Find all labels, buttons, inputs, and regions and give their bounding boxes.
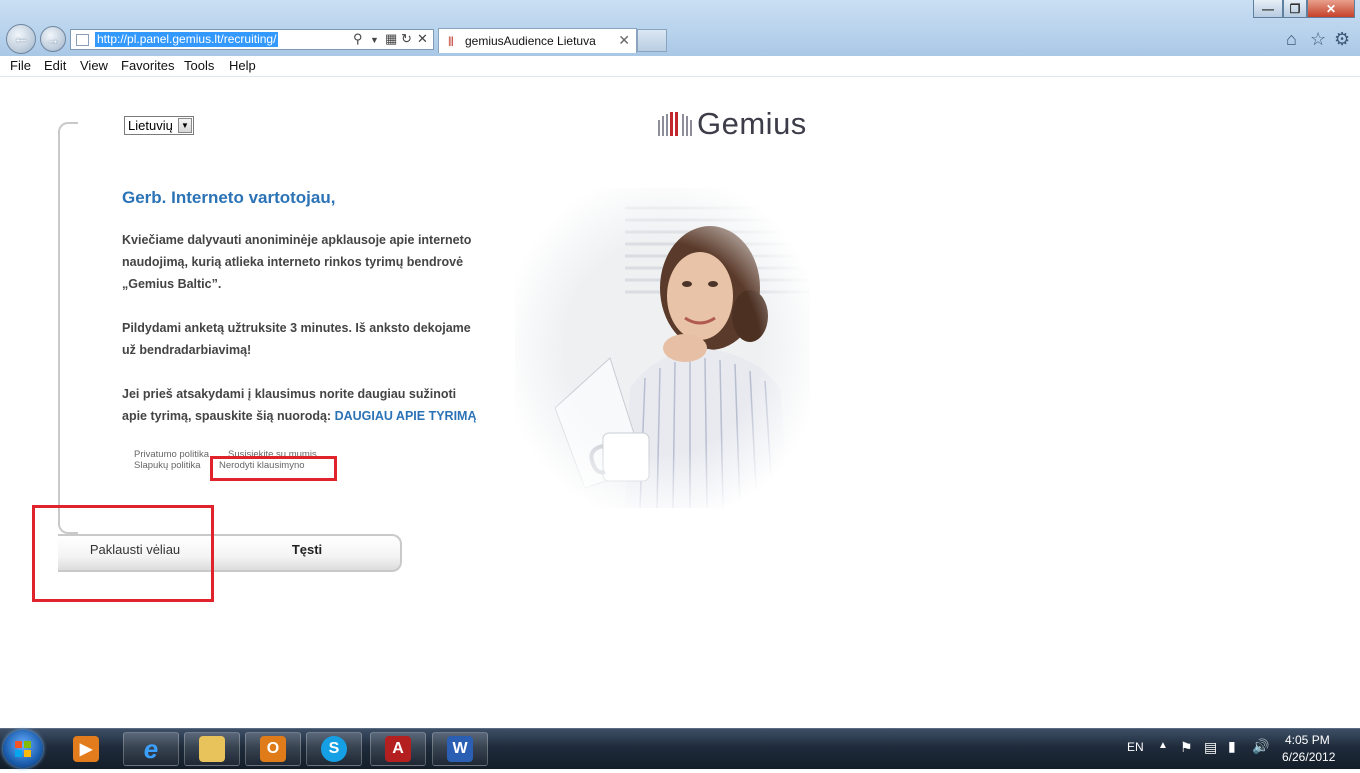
word-icon: W — [447, 736, 473, 762]
cookie-policy-link[interactable]: Slapukų politika — [134, 460, 201, 471]
refresh-icon[interactable]: ↻ — [401, 31, 412, 47]
browser-chrome: ← → http://pl.panel.gemius.lt/recruiting… — [0, 0, 1360, 56]
minimize-button[interactable]: — — [1253, 0, 1283, 18]
menu-tools[interactable]: Tools — [184, 58, 214, 73]
page-title: Gerb. Interneto vartotojau, — [122, 188, 336, 207]
clock-date[interactable]: 6/26/2012 — [1282, 750, 1335, 764]
page-icon — [76, 34, 89, 46]
woman-photo — [515, 188, 810, 508]
address-bar[interactable]: http://pl.panel.gemius.lt/recruiting/ ⚲ … — [70, 29, 434, 50]
settings-gear-icon[interactable]: ⚙ — [1334, 29, 1350, 50]
taskbar-internet-explorer[interactable]: e — [123, 732, 179, 766]
logo-text: Gemius — [697, 106, 807, 141]
chevron-down-icon[interactable]: ▼ — [178, 118, 192, 133]
clock-time[interactable]: 4:05 PM — [1285, 733, 1330, 747]
folder-icon — [199, 736, 225, 762]
compatibility-view-icon[interactable]: ▦ — [385, 31, 397, 47]
duration-paragraph: Pildydami anketą užtruksite 3 minutes. I… — [122, 321, 471, 357]
menu-view[interactable]: View — [80, 58, 108, 73]
media-player-icon: ▶ — [73, 736, 99, 762]
start-button[interactable] — [3, 730, 43, 768]
panel-frame — [58, 122, 78, 534]
favorites-star-icon[interactable]: ☆ — [1310, 29, 1326, 50]
device-icon[interactable]: ▤ — [1204, 739, 1217, 756]
taskbar-media-player[interactable]: ▶ — [58, 732, 114, 766]
volume-icon[interactable]: 🔊 — [1252, 738, 1269, 755]
taskbar-word[interactable]: W — [432, 732, 488, 766]
dropdown-arrow-icon[interactable]: ▼ — [370, 35, 379, 45]
internet-explorer-icon: e — [143, 733, 159, 764]
home-icon[interactable]: ⌂ — [1286, 29, 1297, 50]
more-info-paragraph: Jei prieš atsakydami į klausimus norite … — [122, 383, 482, 427]
tab-title: gemiusAudience Lietuva — [465, 34, 596, 48]
menu-help[interactable]: Help — [229, 58, 256, 73]
language-select[interactable]: Lietuvių ▼ — [124, 116, 194, 135]
menu-bar: File Edit View Favorites Tools Help — [0, 56, 1360, 77]
outlook-icon: O — [260, 736, 286, 762]
intro-paragraph: Kviečiame dalyvauti anoniminėje apklauso… — [122, 233, 472, 291]
taskbar-acrobat[interactable]: A — [370, 732, 426, 766]
close-icon: ✕ — [1325, 1, 1337, 16]
gemius-favicon-icon: ||| — [448, 36, 454, 47]
restore-button[interactable]: ❐ — [1283, 0, 1307, 18]
show-hidden-icons-icon[interactable]: ▲ — [1158, 740, 1168, 751]
menu-edit[interactable]: Edit — [44, 58, 66, 73]
tab-close-icon[interactable]: ✕ — [618, 32, 630, 49]
back-arrow-icon: ← — [13, 30, 29, 47]
minimize-icon: — — [1262, 1, 1274, 16]
language-value: Lietuvių — [128, 118, 173, 133]
tab-gemius[interactable]: ||| gemiusAudience Lietuva ✕ — [438, 28, 637, 53]
annotation-highlight-dont-show — [210, 456, 337, 481]
back-button[interactable]: ← — [6, 24, 36, 54]
gemius-logo-mark-icon — [658, 112, 692, 136]
taskbar-skype[interactable]: S — [306, 732, 362, 766]
search-icon[interactable]: ⚲ — [353, 31, 363, 47]
privacy-policy-link[interactable]: Privatumo politika — [134, 449, 209, 460]
stop-icon[interactable]: ✕ — [417, 31, 428, 47]
restore-icon: ❐ — [1289, 1, 1301, 16]
menu-file[interactable]: File — [10, 58, 31, 73]
skype-icon: S — [321, 736, 347, 762]
acrobat-icon: A — [385, 736, 411, 762]
windows-logo-icon — [15, 741, 31, 757]
network-signal-icon[interactable]: ▮ — [1228, 738, 1236, 755]
new-tab-button[interactable] — [637, 29, 667, 52]
taskbar-explorer[interactable] — [184, 732, 240, 766]
forward-arrow-icon: → — [46, 31, 60, 47]
url-text[interactable]: http://pl.panel.gemius.lt/recruiting/ — [95, 32, 279, 47]
close-window-button[interactable]: ✕ — [1307, 0, 1355, 18]
annotation-highlight-ask-later — [32, 505, 214, 602]
taskbar-outlook[interactable]: O — [245, 732, 301, 766]
input-language[interactable]: EN — [1127, 740, 1144, 754]
menu-favorites[interactable]: Favorites — [121, 58, 174, 73]
action-center-flag-icon[interactable]: ⚑ — [1180, 739, 1193, 756]
windows-taskbar: ▶ e O S A W EN ▲ ⚑ ▤ ▮ 🔊 — [0, 728, 1360, 769]
more-info-link[interactable]: DAUGIAU APIE TYRIMĄ — [335, 409, 477, 423]
forward-button[interactable]: → — [40, 26, 66, 52]
continue-button[interactable]: Tęsti — [214, 540, 400, 562]
